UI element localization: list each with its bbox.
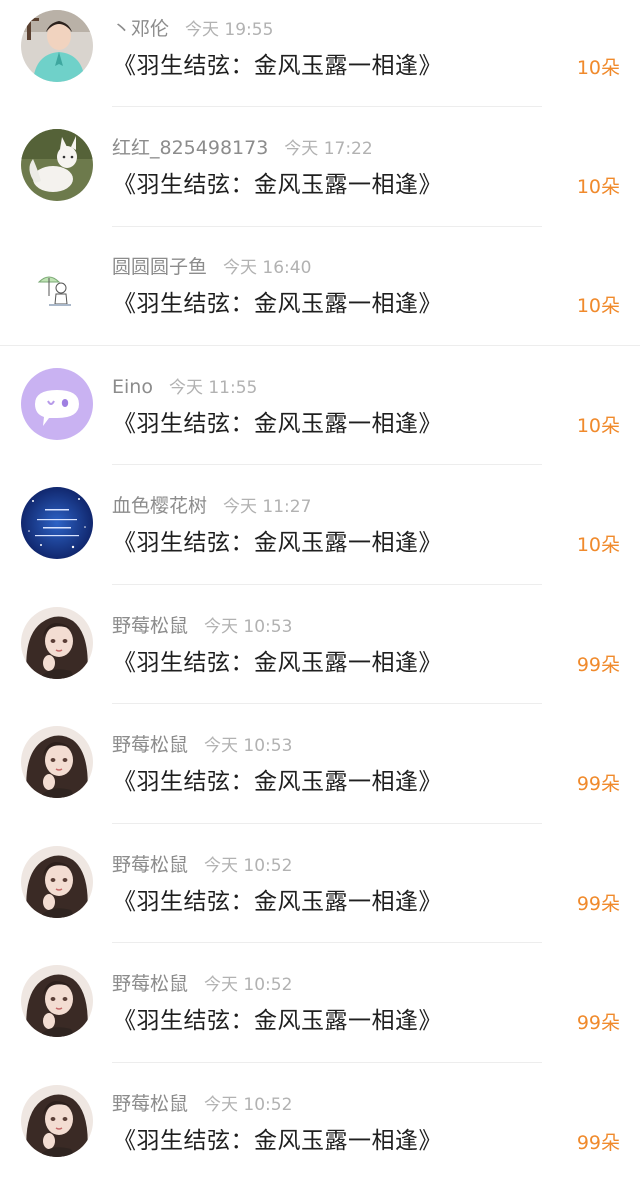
anime-girl-avatar xyxy=(21,607,93,679)
umbrella-doodle-avatar xyxy=(21,248,93,320)
divider xyxy=(112,584,542,585)
record-meta: 野莓松鼠 今天 10:53 xyxy=(112,732,292,758)
list-item[interactable]: 血色樱花树 今天 11:27 《羽生结弦：金风玉露一相逢》 10朵 xyxy=(0,477,640,597)
gift-amount: 99朵 xyxy=(576,893,620,915)
gift-title: 《羽生结弦：金风玉露一相逢》 xyxy=(113,769,442,795)
list-item[interactable]: 野莓松鼠 今天 10:53 《羽生结弦：金风玉露一相逢》 99朵 xyxy=(0,597,640,717)
username[interactable]: Eino xyxy=(112,376,153,398)
person-teal-shirt-avatar xyxy=(21,10,93,82)
anime-girl-avatar xyxy=(21,846,93,918)
divider xyxy=(0,345,640,346)
timestamp: 今天 16:40 xyxy=(223,258,312,278)
purple-chat-bubble-avatar xyxy=(21,368,93,440)
timestamp: 今天 10:52 xyxy=(204,1095,293,1115)
record-meta: Eino 今天 11:55 xyxy=(112,374,257,400)
avatar[interactable] xyxy=(21,607,93,679)
record-meta: 圆圆圆子鱼 今天 16:40 xyxy=(112,254,311,280)
starry-night-avatar xyxy=(21,487,93,559)
gift-amount: 99朵 xyxy=(576,654,620,676)
gift-title: 《羽生结弦：金风玉露一相逢》 xyxy=(113,1008,442,1034)
gift-title: 《羽生结弦：金风玉露一相逢》 xyxy=(113,411,442,437)
avatar[interactable] xyxy=(21,368,93,440)
record-meta: 野莓松鼠 今天 10:52 xyxy=(112,1091,292,1117)
list-item[interactable]: 圆圆圆子鱼 今天 16:40 《羽生结弦：金风玉露一相逢》 10朵 xyxy=(0,238,640,358)
list-item[interactable]: 野莓松鼠 今天 10:52 《羽生结弦：金风玉露一相逢》 99朵 xyxy=(0,836,640,956)
divider xyxy=(112,464,542,465)
white-fox-avatar xyxy=(21,129,93,201)
gift-title: 《羽生结弦：金风玉露一相逢》 xyxy=(113,889,442,915)
record-meta: 丶邓伦 今天 19:55 xyxy=(112,16,273,42)
gift-title: 《羽生结弦：金风玉露一相逢》 xyxy=(113,650,442,676)
username[interactable]: 圆圆圆子鱼 xyxy=(112,256,207,278)
anime-girl-avatar xyxy=(21,726,93,798)
record-meta: 野莓松鼠 今天 10:52 xyxy=(112,852,292,878)
divider xyxy=(112,226,542,227)
gift-title: 《羽生结弦：金风玉露一相逢》 xyxy=(113,291,442,317)
timestamp: 今天 19:55 xyxy=(185,20,274,40)
avatar[interactable] xyxy=(21,487,93,559)
gift-record-list: 丶邓伦 今天 19:55 《羽生结弦：金风玉露一相逢》 10朵 红红_825498… xyxy=(0,0,640,1166)
list-item[interactable]: 丶邓伦 今天 19:55 《羽生结弦：金风玉露一相逢》 10朵 xyxy=(0,0,640,120)
list-item[interactable]: 红红_825498173 今天 17:22 《羽生结弦：金风玉露一相逢》 10朵 xyxy=(0,119,640,239)
gift-amount: 99朵 xyxy=(576,1132,620,1154)
gift-title: 《羽生结弦：金风玉露一相逢》 xyxy=(113,530,442,556)
username[interactable]: 野莓松鼠 xyxy=(112,734,188,756)
anime-girl-avatar xyxy=(21,965,93,1037)
username[interactable]: 红红_825498173 xyxy=(112,137,268,159)
timestamp: 今天 10:52 xyxy=(204,856,293,876)
avatar[interactable] xyxy=(21,726,93,798)
divider xyxy=(112,1062,542,1063)
username[interactable]: 血色樱花树 xyxy=(112,495,207,517)
divider xyxy=(112,106,542,107)
timestamp: 今天 10:53 xyxy=(204,736,293,756)
gift-title: 《羽生结弦：金风玉露一相逢》 xyxy=(113,172,442,198)
record-meta: 野莓松鼠 今天 10:53 xyxy=(112,613,292,639)
gift-amount: 10朵 xyxy=(576,415,620,437)
username[interactable]: 丶邓伦 xyxy=(112,18,169,40)
record-meta: 野莓松鼠 今天 10:52 xyxy=(112,971,292,997)
anime-girl-avatar xyxy=(21,1085,93,1157)
timestamp: 今天 11:55 xyxy=(168,378,258,398)
username[interactable]: 野莓松鼠 xyxy=(112,973,188,995)
avatar[interactable] xyxy=(21,248,93,320)
record-meta: 红红_825498173 今天 17:22 xyxy=(112,135,373,161)
divider xyxy=(112,942,542,943)
username[interactable]: 野莓松鼠 xyxy=(112,854,188,876)
timestamp: 今天 11:27 xyxy=(223,497,312,517)
avatar[interactable] xyxy=(21,10,93,82)
gift-title: 《羽生结弦：金风玉露一相逢》 xyxy=(113,53,442,79)
timestamp: 今天 10:52 xyxy=(204,975,293,995)
divider xyxy=(112,703,542,704)
divider xyxy=(112,823,542,824)
timestamp: 今天 10:53 xyxy=(204,617,293,637)
gift-amount: 99朵 xyxy=(576,773,620,795)
record-meta: 血色樱花树 今天 11:27 xyxy=(112,493,311,519)
gift-amount: 10朵 xyxy=(576,295,620,317)
gift-amount: 10朵 xyxy=(576,57,620,79)
avatar[interactable] xyxy=(21,846,93,918)
gift-title: 《羽生结弦：金风玉露一相逢》 xyxy=(113,1128,442,1154)
avatar[interactable] xyxy=(21,129,93,201)
gift-amount: 10朵 xyxy=(576,176,620,198)
list-item[interactable]: Eino 今天 11:55 《羽生结弦：金风玉露一相逢》 10朵 xyxy=(0,358,640,478)
list-item[interactable]: 野莓松鼠 今天 10:52 《羽生结弦：金风玉露一相逢》 99朵 xyxy=(0,1075,640,1195)
list-item[interactable]: 野莓松鼠 今天 10:52 《羽生结弦：金风玉露一相逢》 99朵 xyxy=(0,955,640,1075)
avatar[interactable] xyxy=(21,1085,93,1157)
avatar[interactable] xyxy=(21,965,93,1037)
username[interactable]: 野莓松鼠 xyxy=(112,1093,188,1115)
gift-amount: 99朵 xyxy=(576,1012,620,1034)
list-item[interactable]: 野莓松鼠 今天 10:53 《羽生结弦：金风玉露一相逢》 99朵 xyxy=(0,716,640,836)
timestamp: 今天 17:22 xyxy=(284,139,373,159)
gift-amount: 10朵 xyxy=(576,534,620,556)
username[interactable]: 野莓松鼠 xyxy=(112,615,188,637)
